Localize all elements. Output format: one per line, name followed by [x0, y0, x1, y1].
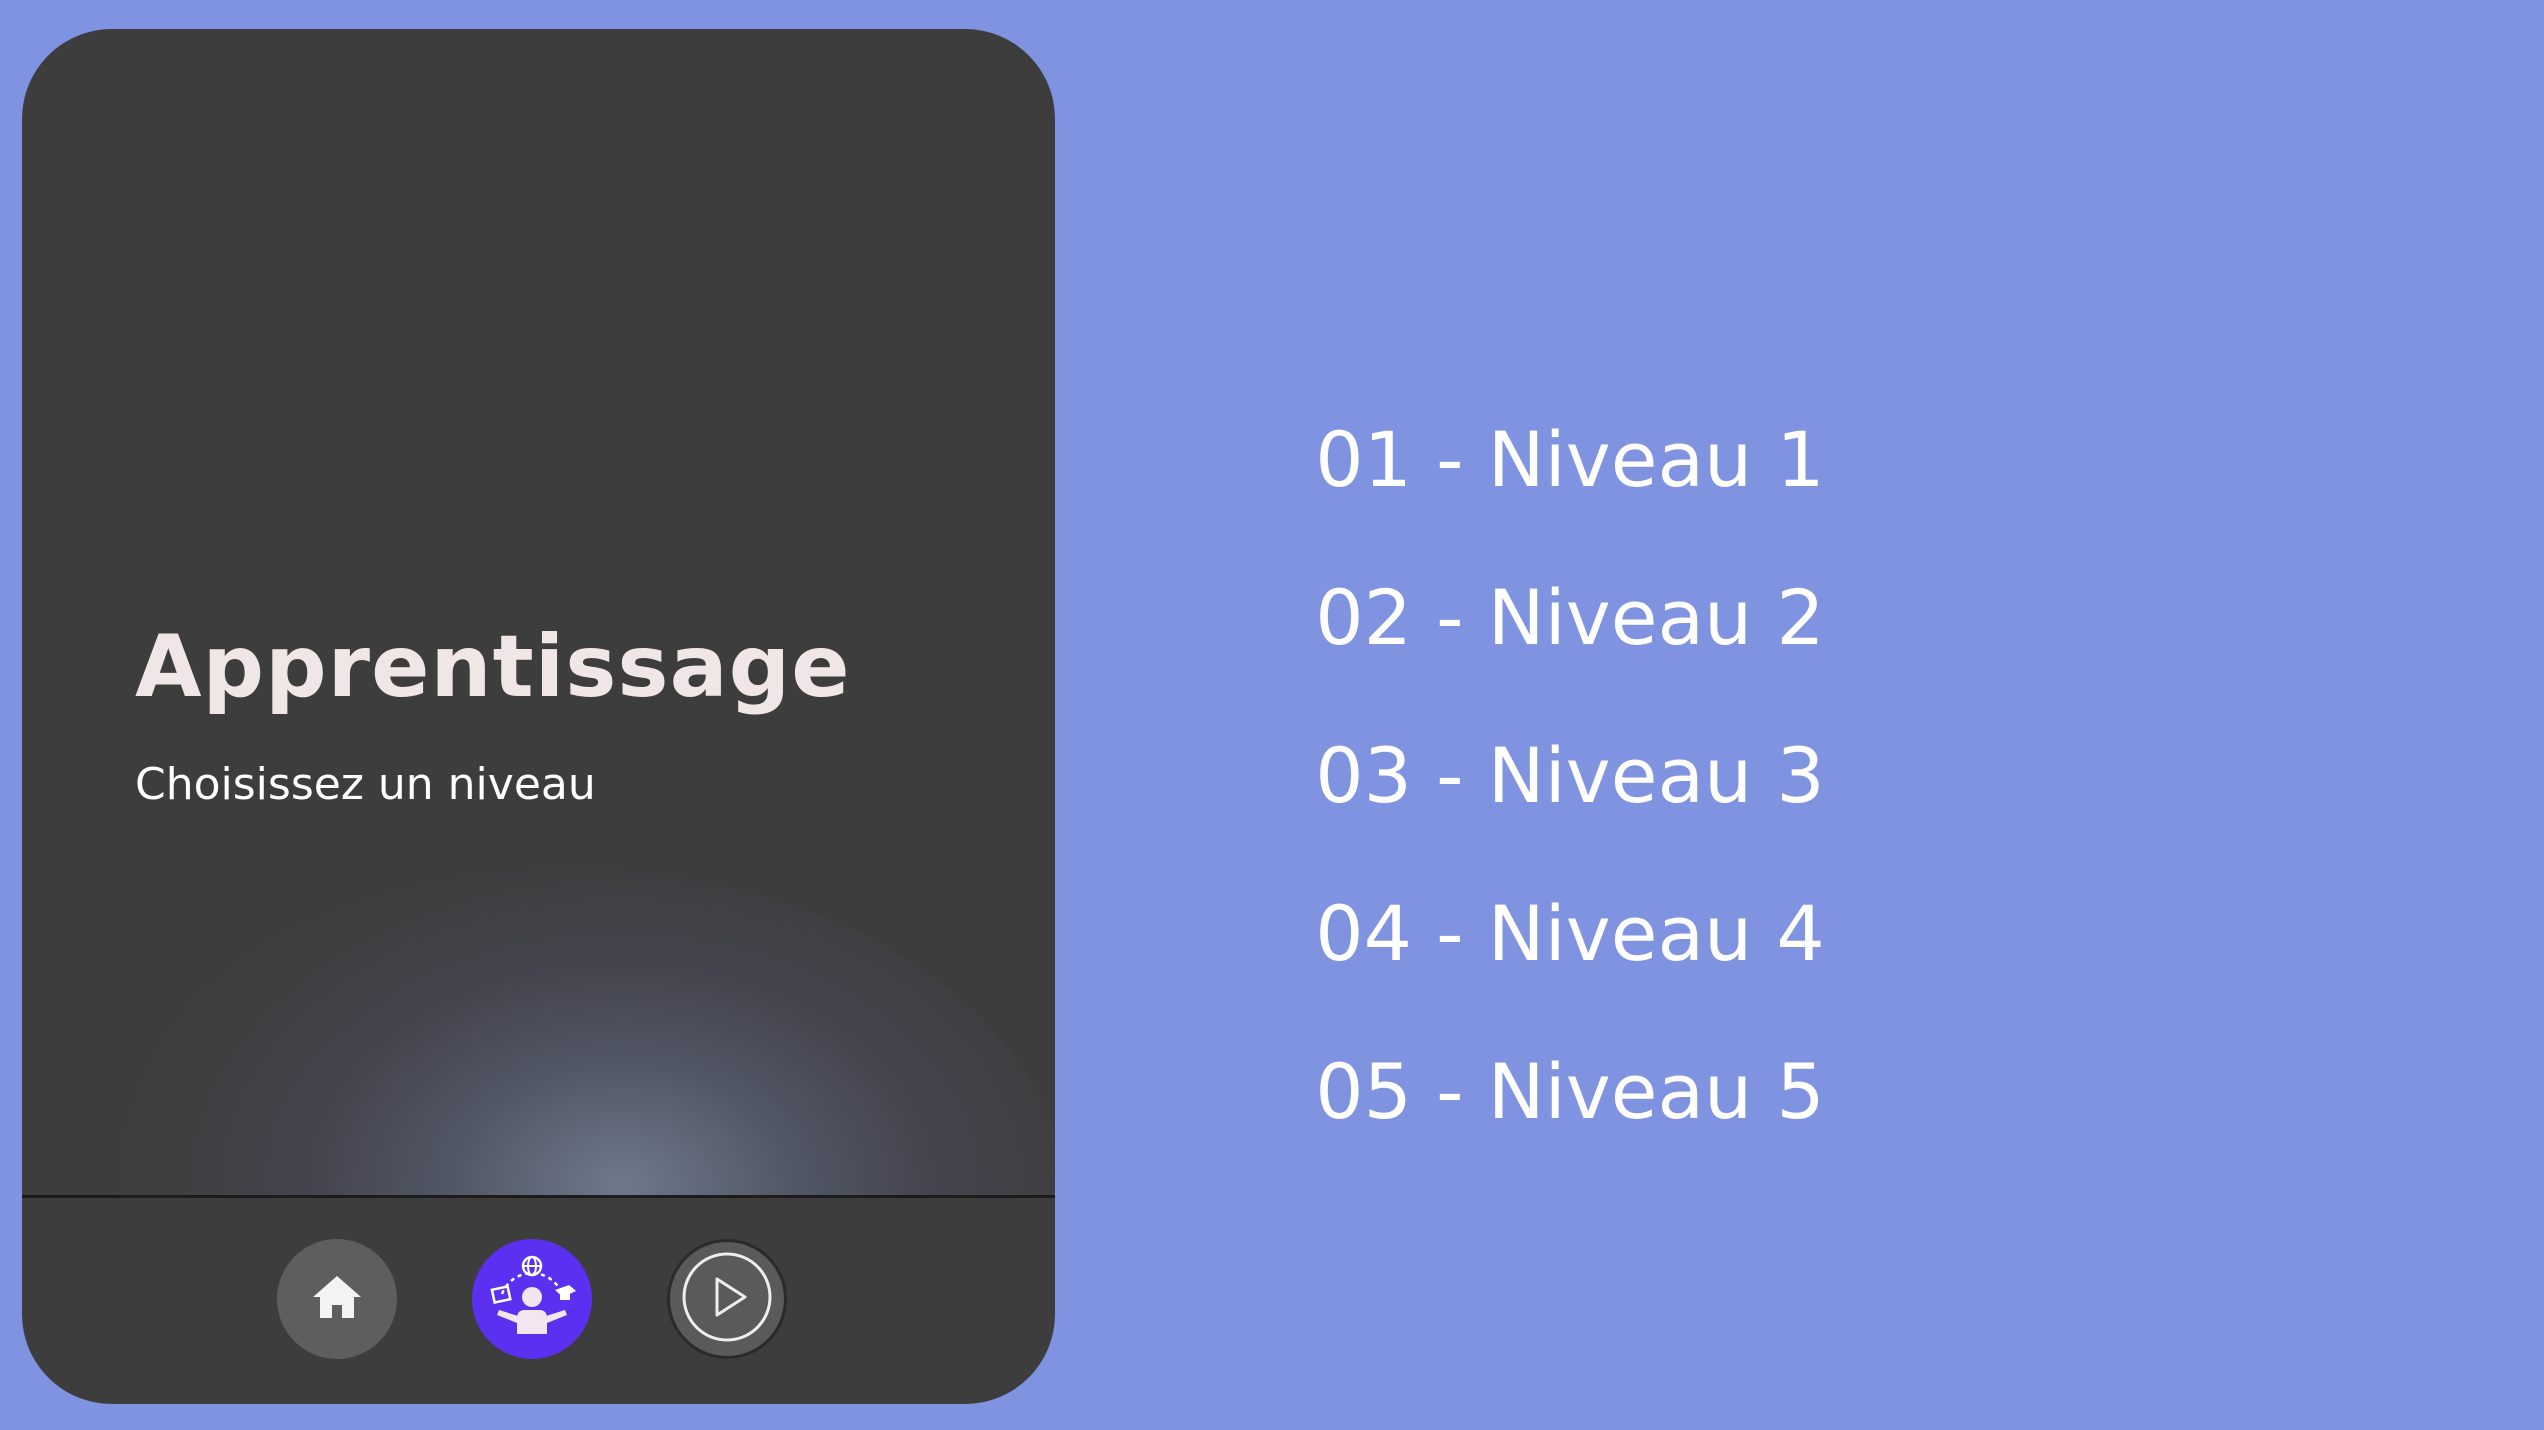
home-icon [310, 1273, 364, 1325]
level-list: 01 - Niveau 1 02 - Niveau 2 03 - Niveau … [1290, 380, 1850, 1170]
learning-button[interactable] [472, 1239, 592, 1359]
play-icon [679, 1249, 775, 1349]
learning-card: Apprentissage Choisissez un niveau [22, 29, 1055, 1404]
gradient-glow [22, 29, 1055, 1196]
level-item-4[interactable]: 04 - Niveau 4 [1290, 854, 1850, 1012]
play-button[interactable] [667, 1239, 787, 1359]
level-item-3[interactable]: 03 - Niveau 3 [1290, 696, 1850, 854]
level-item-5[interactable]: 05 - Niveau 5 [1290, 1012, 1850, 1170]
home-button[interactable] [277, 1239, 397, 1359]
level-item-1[interactable]: 01 - Niveau 1 [1290, 380, 1850, 538]
page-subtitle: Choisissez un niveau [135, 759, 596, 810]
level-item-2[interactable]: 02 - Niveau 2 [1290, 538, 1850, 696]
nav-divider [22, 1195, 1055, 1198]
page-title: Apprentissage [135, 617, 851, 717]
learning-person-icon [477, 1242, 587, 1356]
